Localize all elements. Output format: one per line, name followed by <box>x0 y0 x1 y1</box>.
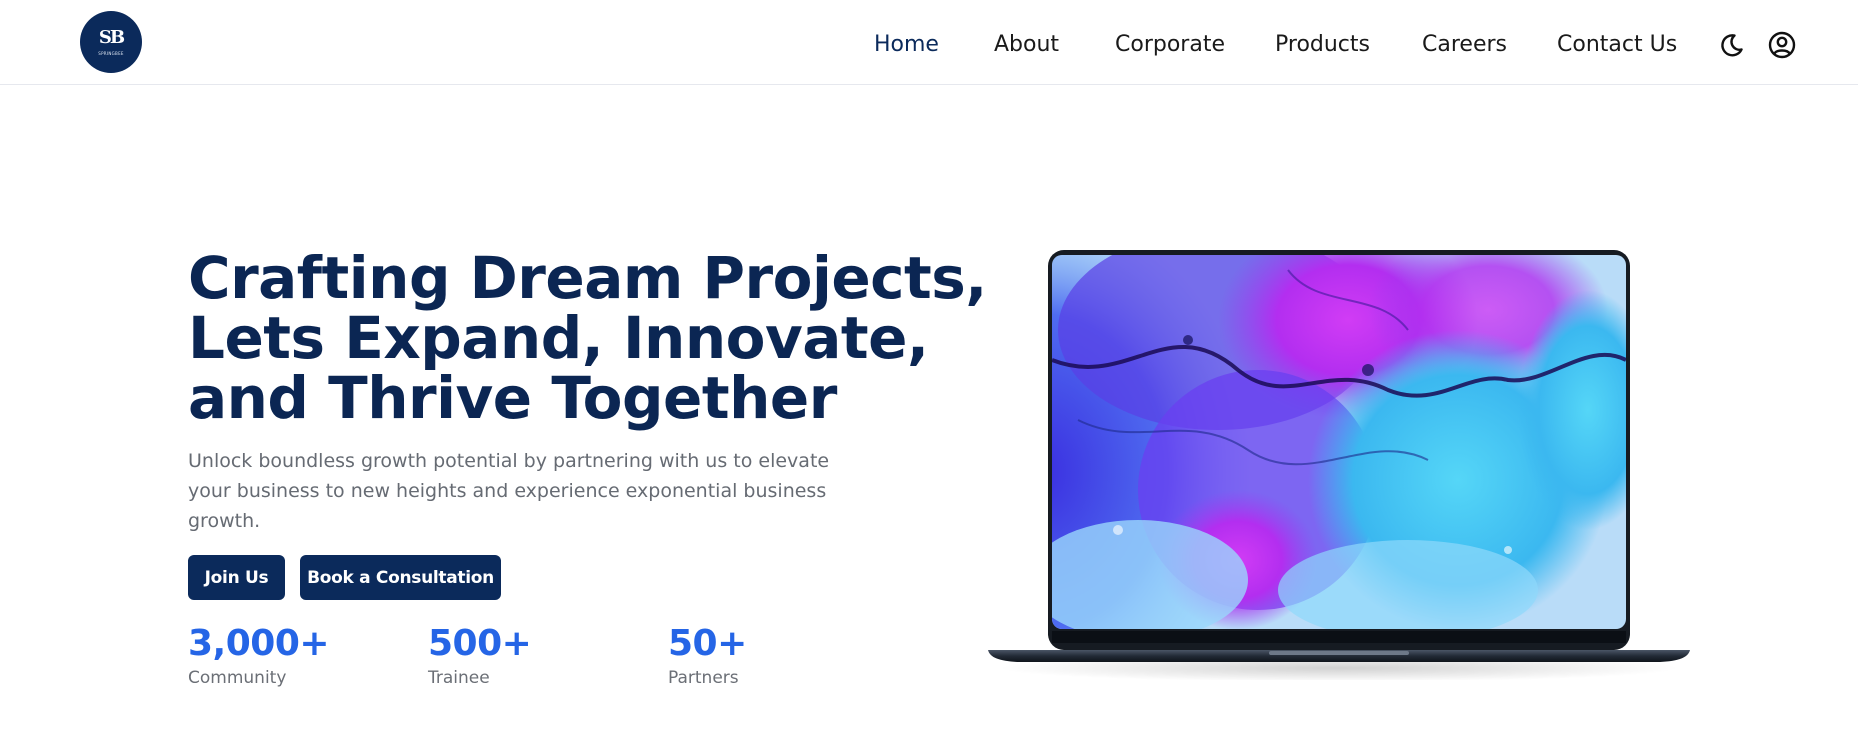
nav-contact-us[interactable]: Contact Us <box>1557 30 1677 60</box>
nav-corporate[interactable]: Corporate <box>1115 30 1225 60</box>
book-consultation-button[interactable]: Book a Consultation <box>300 555 501 600</box>
stat-partners: 50+ Partners <box>668 622 747 690</box>
stat-community: 3,000+ Community <box>188 622 330 690</box>
stat-value: 500+ <box>428 623 532 664</box>
join-us-button[interactable]: Join Us <box>188 555 285 600</box>
moon-icon[interactable] <box>1716 30 1746 60</box>
user-circle-icon[interactable] <box>1767 30 1797 60</box>
stat-trainee: 500+ Trainee <box>428 622 532 690</box>
hero-title-line: and Thrive Together <box>188 364 837 432</box>
hero-title-line: Crafting Dream Projects, <box>188 244 987 312</box>
navbar: SB SPRINGBEE Home About Corporate Produc… <box>0 0 1858 85</box>
stat-label: Community <box>188 668 287 688</box>
nav-home[interactable]: Home <box>874 30 939 60</box>
nav-careers[interactable]: Careers <box>1422 30 1507 60</box>
nav-about[interactable]: About <box>994 30 1059 60</box>
laptop-image <box>988 250 1690 682</box>
hero-subtitle: Unlock boundless growth potential by par… <box>188 450 830 532</box>
nav-products[interactable]: Products <box>1275 30 1370 60</box>
stat-value: 3,000+ <box>188 623 330 664</box>
hero-title-line: Lets Expand, Innovate, <box>188 304 929 372</box>
stat-value: 50+ <box>668 623 747 664</box>
stat-label: Partners <box>668 668 739 688</box>
hero-title: Crafting Dream Projects, Lets Expand, In… <box>188 244 987 432</box>
stat-label: Trainee <box>428 668 490 688</box>
main-nav: Home About Corporate Products Careers Co… <box>0 30 1858 60</box>
